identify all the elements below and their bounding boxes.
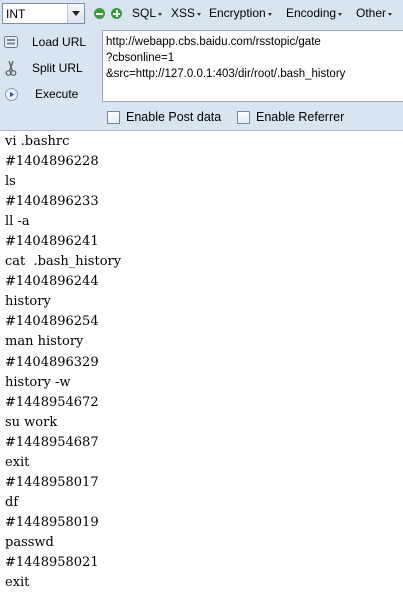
load-url-label: Load URL — [32, 35, 87, 49]
encoding-type-value: INT — [6, 6, 26, 21]
history-line: #1404896241 — [5, 234, 99, 250]
split-url-label: Split URL — [32, 61, 83, 75]
enable-post-data-label: Enable Post data — [126, 110, 222, 124]
history-line: #1404896228 — [5, 154, 99, 170]
execute-button[interactable]: Execute — [2, 83, 99, 105]
history-line: #1448954672 — [5, 394, 99, 410]
history-line: df — [5, 494, 19, 510]
history-line: cat .bash_history — [5, 254, 122, 270]
page-text-content: vi .bashrc #1404896228 ls #1404896233 ll… — [5, 132, 121, 593]
load-url-button[interactable]: Load URL — [2, 31, 99, 53]
menu-encoding[interactable]: Encoding — [286, 6, 343, 20]
execute-label: Execute — [35, 87, 79, 101]
history-line: #1404896233 — [5, 194, 99, 210]
history-line: su work — [5, 414, 58, 430]
checkbox-unchecked-icon — [107, 110, 120, 124]
chevron-down-icon — [67, 4, 84, 23]
history-line: #1404896244 — [5, 274, 99, 290]
history-line: #1448954687 — [5, 434, 99, 450]
history-line: #1448958021 — [5, 554, 99, 570]
minus-icon[interactable] — [94, 8, 105, 19]
scissors-icon — [4, 60, 18, 76]
history-line: passwd — [5, 534, 54, 550]
dropdown-caret-icon — [197, 12, 202, 16]
history-line: man history — [5, 334, 84, 350]
dropdown-caret-icon — [388, 12, 393, 16]
menu-sql-label: SQL — [132, 6, 157, 20]
enable-referrer-checkbox[interactable]: Enable Referrer — [237, 110, 344, 124]
history-line: exit — [5, 454, 30, 470]
history-line: #1448958017 — [5, 474, 99, 490]
dropdown-caret-icon — [158, 12, 163, 16]
menu-xss[interactable]: XSS — [171, 6, 202, 20]
dropdown-caret-icon — [338, 12, 343, 16]
menu-encryption[interactable]: Encryption — [209, 6, 272, 20]
hackbar-panel: INT SQL XSS Encryption Encoding Other Lo… — [0, 0, 403, 131]
menu-other-label: Other — [356, 6, 387, 20]
plus-icon[interactable] — [111, 8, 122, 19]
history-line: #1404896329 — [5, 354, 99, 370]
menu-encryption-label: Encryption — [209, 6, 266, 20]
load-url-icon — [4, 35, 18, 49]
url-input[interactable]: http://webapp.cbs.baidu.com/rsstopic/gat… — [102, 30, 403, 102]
menu-xss-label: XSS — [171, 6, 196, 20]
menu-sql[interactable]: SQL — [132, 6, 163, 20]
history-line: #1448958019 — [5, 514, 99, 530]
history-line: exit — [5, 575, 30, 591]
encoding-type-select[interactable]: INT — [2, 3, 85, 24]
dropdown-caret-icon — [267, 12, 272, 16]
history-line: history — [5, 294, 51, 310]
play-icon — [4, 87, 18, 101]
menu-encoding-label: Encoding — [286, 6, 337, 20]
history-line: history -w — [5, 374, 71, 390]
history-line: ls — [5, 174, 16, 190]
checkbox-unchecked-icon — [237, 110, 250, 124]
menu-other[interactable]: Other — [356, 6, 393, 20]
history-line: #1404896254 — [5, 314, 99, 330]
enable-post-data-checkbox[interactable]: Enable Post data — [107, 110, 221, 124]
history-line: vi .bashrc — [5, 134, 70, 149]
split-url-button[interactable]: Split URL — [2, 57, 99, 79]
enable-referrer-label: Enable Referrer — [256, 110, 345, 124]
history-line: ll -a — [5, 214, 30, 230]
